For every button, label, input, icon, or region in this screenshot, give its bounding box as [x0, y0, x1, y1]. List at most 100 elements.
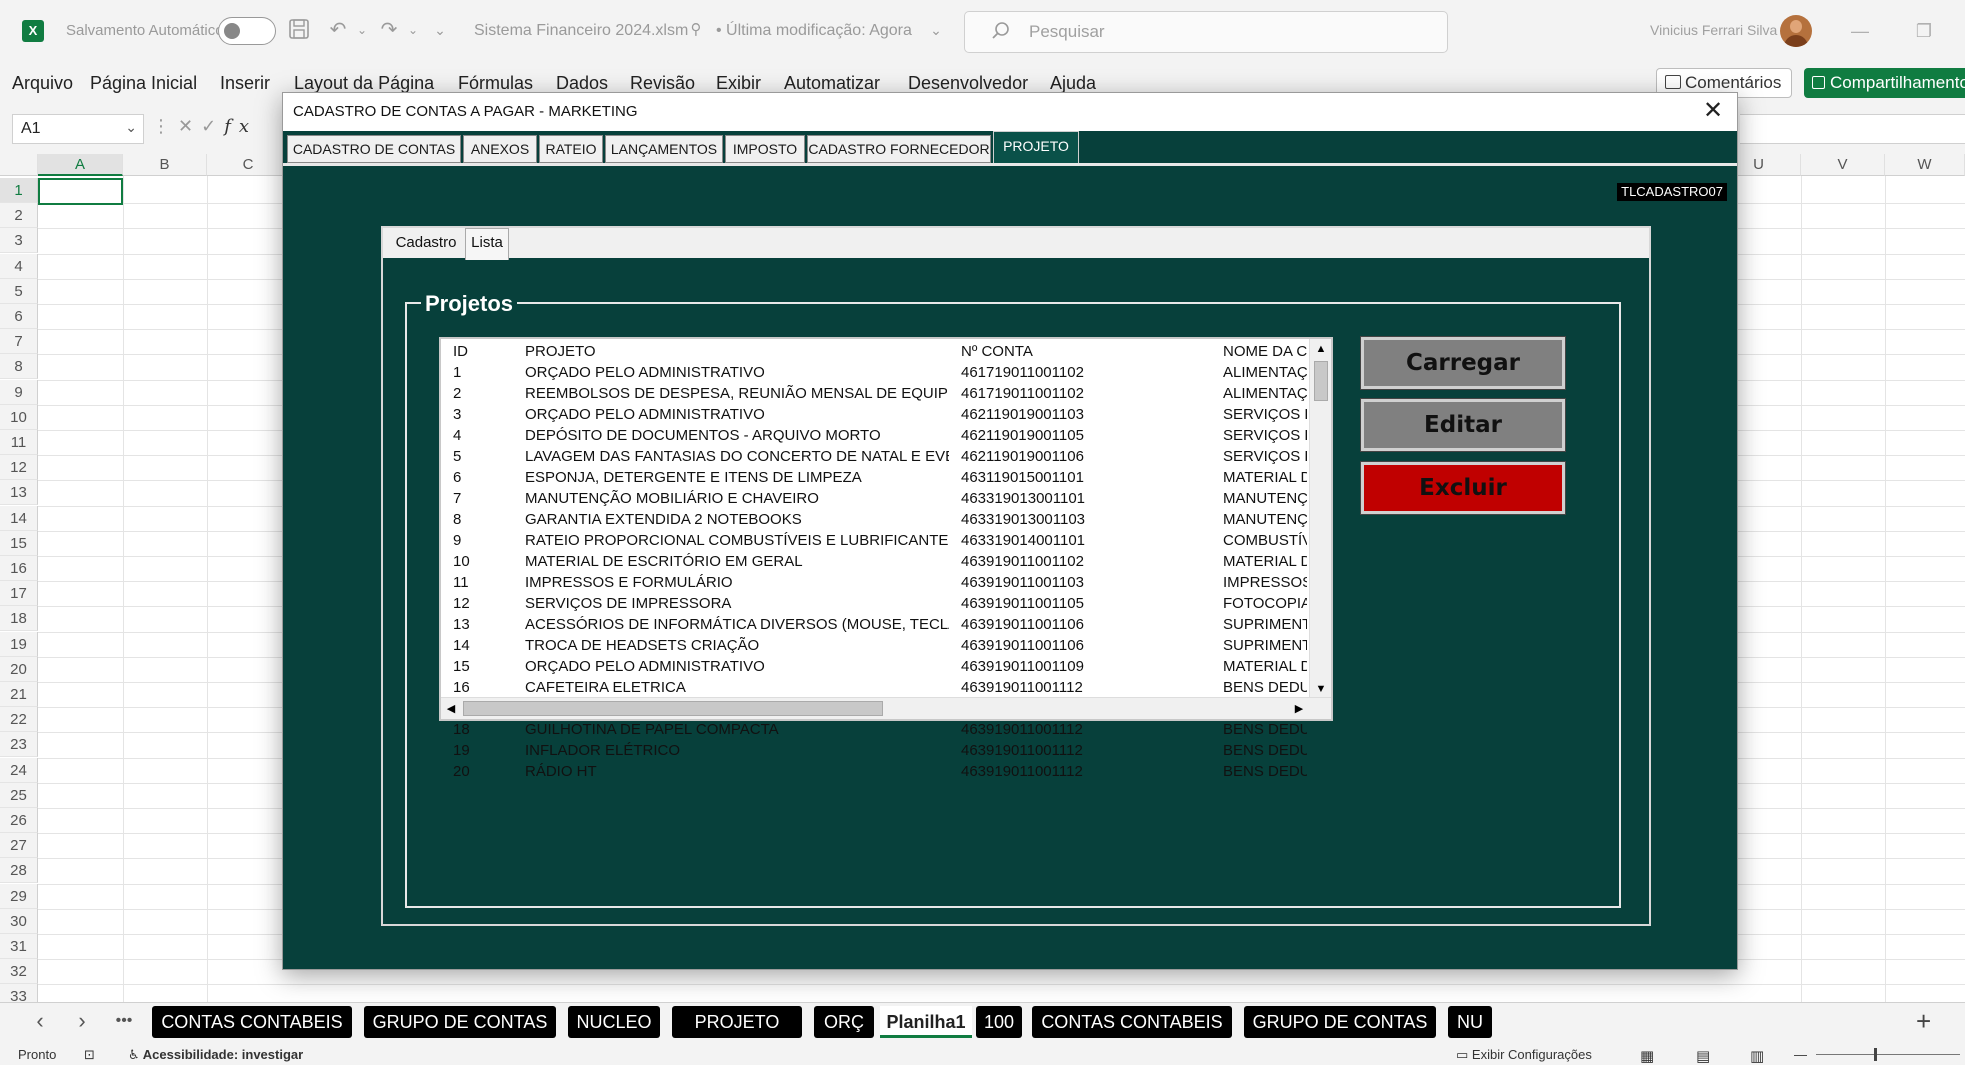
sheet-tab[interactable]: GRUPO DE CONTAS	[1244, 1006, 1436, 1038]
row-header[interactable]: 26	[0, 808, 38, 833]
customize-toolbar-icon[interactable]: ⌄	[428, 18, 452, 42]
row-header[interactable]: 21	[0, 682, 38, 707]
row-header[interactable]: 23	[0, 732, 38, 758]
scroll-up-icon[interactable]: ▲	[1310, 339, 1332, 359]
last-modified-chevron-icon[interactable]: ⌄	[924, 18, 948, 42]
menu-ajuda[interactable]: Ajuda	[1050, 73, 1096, 94]
row-header[interactable]: 2	[0, 203, 38, 229]
column-header[interactable]: B	[123, 154, 207, 176]
list-item[interactable]: 7 MANUTENÇÃO MOBILIÁRIO E CHAVEIRO 4633190…	[441, 488, 1307, 509]
column-header[interactable]: V	[1801, 154, 1885, 176]
zoom-slider[interactable]	[1816, 1054, 1960, 1055]
list-item[interactable]: 20 RÁDIO HT 463919011001112 BENS DEDU	[441, 761, 1307, 782]
list-item[interactable]: 19 INFLADOR ELÉTRICO 463919011001112 BENS D…	[441, 740, 1307, 761]
menu-revisao[interactable]: Revisão	[630, 73, 695, 94]
column-header[interactable]: C	[207, 154, 290, 176]
row-header[interactable]: 10	[0, 404, 38, 430]
more-sheets-icon[interactable]: •••	[112, 1010, 136, 1034]
minimize-icon[interactable]: —	[1840, 14, 1880, 48]
zoom-slider-thumb[interactable]	[1874, 1048, 1877, 1061]
row-header[interactable]: 17	[0, 581, 38, 607]
row-header[interactable]: 13	[0, 480, 38, 506]
name-box[interactable]: A1 ⌄	[12, 114, 144, 144]
list-item[interactable]: 12 SERVIÇOS DE IMPRESSORA 463919011001105 F…	[441, 593, 1307, 614]
avatar[interactable]	[1780, 15, 1812, 47]
scroll-down-icon[interactable]: ▼	[1310, 679, 1332, 699]
column-header[interactable]: W	[1885, 154, 1965, 176]
sheet-tab[interactable]: CONTAS CONTABEIS	[1032, 1006, 1232, 1038]
tab-cadastro-fornecedor[interactable]: CADASTRO FORNECEDOR	[807, 135, 991, 163]
row-header[interactable]: 32	[0, 959, 38, 985]
row-header[interactable]: 18	[0, 606, 38, 632]
sheet-tab[interactable]: NUCLEO	[568, 1006, 660, 1038]
menu-arquivo[interactable]: Arquivo	[12, 73, 73, 94]
sheet-tab-active[interactable]: Planilha1	[880, 1006, 972, 1038]
sheet-tab[interactable]: 100	[976, 1006, 1022, 1038]
list-item[interactable]: 16 CAFETEIRA ELETRICA 463919011001112 BENS …	[441, 677, 1307, 698]
tab-lancamentos[interactable]: LANÇAMENTOS	[605, 135, 723, 163]
menu-formulas[interactable]: Fórmulas	[458, 73, 533, 94]
scroll-right-icon[interactable]: ▶	[1289, 698, 1309, 720]
list-item[interactable]: 4 DEPÓSITO DE DOCUMENTOS - ARQUIVO MORTO 4…	[441, 425, 1307, 446]
macro-record-icon[interactable]: ⊡	[84, 1047, 95, 1063]
list-item[interactable]: 13 ACESSÓRIOS DE INFORMÁTICA DIVERSOS (MO…	[441, 614, 1307, 635]
tab-imposto[interactable]: IMPOSTO	[725, 135, 805, 163]
menu-automatizar[interactable]: Automatizar	[784, 73, 880, 94]
row-header[interactable]: 8	[0, 354, 38, 380]
sheet-tab[interactable]: PROJETO	[672, 1006, 802, 1038]
row-header[interactable]: 31	[0, 934, 38, 959]
sheet-tab[interactable]: ORÇ	[814, 1006, 874, 1038]
list-item[interactable]: 18 GUILHOTINA DE PAPEL COMPACTA 4639190110…	[441, 719, 1307, 740]
row-header[interactable]: 1	[0, 178, 38, 203]
page-layout-icon[interactable]: ▤	[1696, 1047, 1710, 1065]
row-header[interactable]: 9	[0, 379, 38, 405]
tab-cadastro[interactable]: Cadastro	[387, 230, 465, 258]
row-header[interactable]: 15	[0, 530, 38, 556]
more-icon[interactable]: ⋮	[152, 116, 178, 136]
zoom-out-icon[interactable]: —	[1794, 1047, 1807, 1062]
row-header[interactable]: 3	[0, 228, 38, 254]
row-header[interactable]: 25	[0, 782, 38, 808]
list-item[interactable]: 10 MATERIAL DE ESCRITÓRIO EM GERAL 4639190…	[441, 551, 1307, 572]
accessibility-status[interactable]: ♿ Acessibilidade: investigar	[128, 1047, 303, 1063]
scroll-thumb[interactable]	[1314, 361, 1328, 401]
column-header[interactable]: A	[38, 154, 123, 176]
last-modified[interactable]: • Última modificação: Agora	[716, 22, 912, 40]
horizontal-scrollbar[interactable]: ◀ ▶	[441, 697, 1331, 719]
list-item[interactable]: 1 ORÇADO PELO ADMINISTRATIVO 4617190110011…	[441, 362, 1307, 383]
fx-icon[interactable]: fx	[224, 116, 257, 137]
tab-projeto[interactable]: PROJETO	[993, 131, 1079, 163]
add-sheet-icon[interactable]: +	[1916, 1006, 1931, 1037]
list-item[interactable]: 8 GARANTIA EXTENDIDA 2 NOTEBOOKS 463319013…	[441, 509, 1307, 530]
list-item[interactable]: 15 ORÇADO PELO ADMINISTRATIVO 463919011001…	[441, 656, 1307, 677]
undo-dropdown-icon[interactable]: ⌄	[350, 18, 374, 42]
select-all-corner[interactable]	[0, 154, 38, 176]
undo-icon[interactable]: ↶	[326, 18, 350, 42]
autosave-toggle[interactable]	[218, 17, 276, 45]
row-header[interactable]: 19	[0, 631, 38, 657]
search-box[interactable]: Pesquisar	[964, 11, 1448, 53]
tab-anexos[interactable]: ANEXOS	[463, 135, 537, 163]
list-item[interactable]: 11 IMPRESSOS E FORMULÁRIO 463919011001103 I…	[441, 572, 1307, 593]
list-item[interactable]: 9 RATEIO PROPORCIONAL COMBUSTÍVEIS E LUBR…	[441, 530, 1307, 551]
tab-rateio[interactable]: RATEIO	[539, 135, 603, 163]
load-button[interactable]: Carregar	[1360, 336, 1566, 390]
edit-button[interactable]: Editar	[1360, 398, 1566, 452]
scroll-left-icon[interactable]: ‹	[28, 1010, 52, 1034]
scroll-left-icon[interactable]: ◀	[441, 698, 461, 720]
restore-icon[interactable]: ❐	[1904, 14, 1944, 48]
scroll-right-icon[interactable]: ›	[70, 1010, 94, 1034]
row-header[interactable]: 16	[0, 556, 38, 581]
tab-lista[interactable]: Lista	[465, 228, 509, 260]
redo-icon[interactable]: ↷	[377, 18, 401, 42]
menu-desenvolvedor[interactable]: Desenvolvedor	[908, 73, 1028, 94]
row-header[interactable]: 20	[0, 656, 38, 682]
row-header[interactable]: 5	[0, 278, 38, 304]
row-header[interactable]: 12	[0, 455, 38, 481]
close-icon[interactable]: ✕	[1701, 99, 1725, 123]
list-item[interactable]: 5 LAVAGEM DAS FANTASIAS DO CONCERTO DE NA…	[441, 446, 1307, 467]
projects-listbox[interactable]: ID PROJETO Nº CONTA NOME DA C 1 ORÇADO PELO A…	[439, 337, 1333, 780]
enter-icon[interactable]: ✓	[201, 116, 224, 136]
list-item[interactable]: 14 TROCA DE HEADSETS CRIAÇÃO 4639190110011…	[441, 635, 1307, 656]
menu-layout[interactable]: Layout da Página	[294, 73, 434, 94]
